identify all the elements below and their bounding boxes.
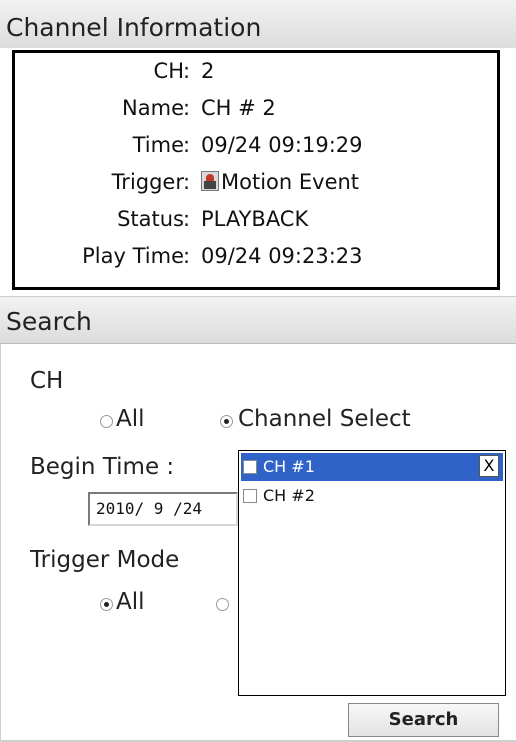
trigger-option-radio[interactable]: [216, 598, 229, 611]
info-value: 09/24 09:23:23: [201, 244, 363, 268]
dropdown-item-label: CH #1: [263, 457, 315, 476]
ch-all-label[interactable]: All: [116, 406, 145, 432]
info-row-ch: CH : 2: [15, 59, 497, 93]
motion-event-icon: [201, 171, 219, 191]
info-label: Time: [132, 133, 184, 157]
info-label: Play Time: [82, 244, 184, 268]
trigger-all-label[interactable]: All: [116, 589, 145, 615]
info-value: 2: [201, 59, 215, 83]
trigger-all-radio[interactable]: [100, 598, 113, 611]
dropdown-item-ch2[interactable]: CH #2: [241, 482, 503, 510]
search-title: Search: [6, 307, 92, 336]
info-label: Trigger: [111, 170, 184, 194]
ch2-checkbox[interactable]: [243, 489, 257, 503]
info-row-play-time: Play Time : 09/24 09:23:23: [15, 244, 497, 278]
channel-information-header: Channel Information: [0, 0, 516, 48]
info-row-name: Name : CH # 2: [15, 96, 497, 130]
info-value: PLAYBACK: [201, 207, 309, 231]
info-colon: :: [183, 59, 191, 83]
channel-select-radio[interactable]: [220, 415, 233, 428]
search-header: Search: [0, 296, 516, 344]
info-value: CH # 2: [201, 96, 276, 120]
info-label: CH: [153, 59, 184, 83]
info-value: 09/24 09:19:29: [201, 133, 363, 157]
info-colon: :: [183, 207, 191, 231]
dropdown-item-label: CH #2: [263, 486, 315, 505]
trigger-value: Motion Event: [221, 170, 360, 194]
trigger-mode-label: Trigger Mode: [30, 547, 180, 573]
info-colon: :: [183, 133, 191, 157]
channel-select-label[interactable]: Channel Select: [238, 406, 411, 432]
info-colon: :: [183, 244, 191, 268]
close-icon[interactable]: X: [479, 455, 499, 477]
dropdown-item-ch1[interactable]: CH #1 X: [241, 453, 503, 481]
info-row-status: Status : PLAYBACK: [15, 207, 497, 241]
info-label: Name: [122, 96, 184, 120]
channel-info-panel: CH : 2 Name : CH # 2 Time : 09/24 09:19:…: [12, 50, 500, 290]
ch1-checkbox[interactable]: [243, 460, 257, 474]
info-colon: :: [183, 170, 191, 194]
channel-information-title: Channel Information: [6, 13, 262, 42]
info-value: Motion Event: [201, 170, 359, 194]
begin-date-input[interactable]: 2010/ 9 /24: [88, 492, 238, 526]
info-row-time: Time : 09/24 09:19:29: [15, 133, 497, 167]
ch-label: CH: [30, 368, 64, 394]
channel-select-dropdown[interactable]: CH #1 X CH #2: [238, 450, 506, 696]
info-row-trigger: Trigger : Motion Event: [15, 170, 497, 204]
ch-all-radio[interactable]: [100, 415, 113, 428]
info-colon: :: [183, 96, 191, 120]
search-button[interactable]: Search: [348, 703, 499, 737]
begin-time-label: Begin Time :: [30, 454, 175, 480]
info-label: Status: [117, 207, 184, 231]
